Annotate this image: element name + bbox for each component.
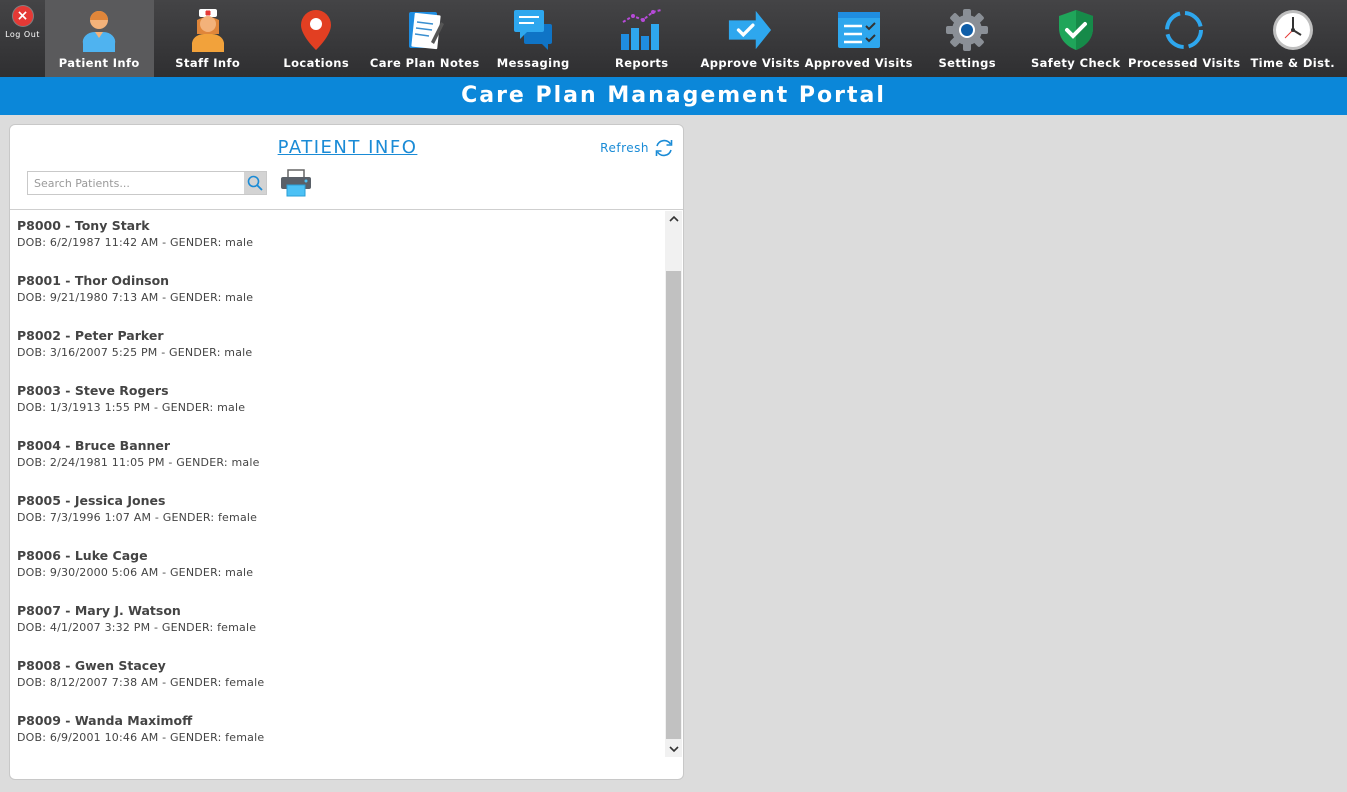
search-button[interactable] (244, 172, 266, 194)
patient-list: P8000 - Tony Stark DOB: 6/2/1987 11:42 AM… (10, 210, 665, 755)
nav-care-plan-notes[interactable]: Care Plan Notes (370, 0, 479, 77)
patient-meta: DOB: 6/9/2001 10:46 AM - GENDER: female (17, 731, 265, 744)
nav-safety-check[interactable]: Safety Check (1022, 0, 1131, 77)
nav-time-dist[interactable]: Time & Dist. (1239, 0, 1347, 77)
patient-name: P8003 - Steve Rogers (17, 383, 169, 398)
shield-check-icon (1053, 8, 1099, 52)
chevron-up-icon (668, 215, 679, 222)
refresh-circle-icon (1161, 8, 1207, 52)
patient-name: P8009 - Wanda Maximoff (17, 713, 193, 728)
patient-meta: DOB: 7/3/1996 1:07 AM - GENDER: female (17, 511, 258, 524)
chevron-down-icon (668, 746, 679, 753)
print-button[interactable] (280, 169, 312, 197)
patient-list-item[interactable]: P8004 - Bruce Banner DOB: 2/24/1981 11:05… (10, 430, 665, 485)
patient-list-item[interactable]: P8007 - Mary J. Watson DOB: 4/1/2007 3:32… (10, 595, 665, 650)
location-pin-icon (293, 8, 339, 52)
patient-meta: DOB: 9/30/2000 5:06 AM - GENDER: male (17, 566, 254, 579)
patient-meta: DOB: 9/21/1980 7:13 AM - GENDER: male (17, 291, 254, 304)
nav-messaging[interactable]: Messaging (479, 0, 588, 77)
printer-icon (281, 169, 311, 197)
patient-name: P8001 - Thor Odinson (17, 273, 170, 288)
patient-list-item[interactable]: P8006 - Luke Cage DOB: 9/30/2000 5:06 AM … (10, 540, 665, 595)
chat-bubbles-icon (510, 8, 556, 52)
nav-approve-visits[interactable]: Approve Visits (696, 0, 805, 77)
nurse-icon (185, 8, 231, 52)
patient-name: P8004 - Bruce Banner (17, 438, 171, 453)
nav-locations[interactable]: Locations (262, 0, 371, 77)
patient-info-panel: PATIENT INFO Refresh P8000 - Tony StarkD (9, 124, 684, 780)
patient-icon (76, 8, 122, 52)
patient-list-item[interactable]: P8008 - Gwen Stacey DOB: 8/12/2007 7:38 A… (10, 650, 665, 705)
portal-title-banner: Care Plan Management Portal (0, 77, 1347, 115)
checklist-icon (836, 8, 882, 52)
patient-name: P8008 - Gwen Stacey (17, 658, 166, 673)
patient-list-item[interactable]: P8009 - Wanda Maximoff DOB: 6/9/2001 10:4… (10, 705, 665, 755)
refresh-label: Refresh (600, 141, 649, 155)
scroll-down-button[interactable] (665, 741, 682, 757)
nav-settings[interactable]: Settings (913, 0, 1022, 77)
bar-chart-icon (619, 8, 665, 52)
patient-meta: DOB: 8/12/2007 7:38 AM - GENDER: female (17, 676, 265, 689)
patient-meta: DOB: 2/24/1981 11:05 PM - GENDER: male (17, 456, 260, 469)
search-icon (247, 175, 263, 191)
refresh-icon (655, 139, 673, 157)
patient-list-item[interactable]: P8002 - Peter Parker DOB: 3/16/2007 5:25 … (10, 320, 665, 375)
patient-meta: DOB: 1/3/1913 1:55 PM - GENDER: male (17, 401, 246, 414)
patient-meta: DOB: 6/2/1987 11:42 AM - GENDER: male (17, 236, 254, 249)
patient-name: P8002 - Peter Parker (17, 328, 164, 343)
patient-list-item[interactable]: P8005 - Jessica Jones DOB: 7/3/1996 1:07 … (10, 485, 665, 540)
logout-label: Log Out (5, 30, 40, 39)
nav-staff-info[interactable]: Staff Info (154, 0, 263, 77)
gear-icon (944, 8, 990, 52)
nav-reports[interactable]: Reports (588, 0, 697, 77)
patient-list-scrollbar[interactable] (665, 211, 682, 757)
clock-icon (1270, 8, 1316, 52)
patient-list-item[interactable]: P8000 - Tony Stark DOB: 6/2/1987 11:42 AM… (10, 210, 665, 265)
arrow-check-icon (727, 8, 773, 52)
main-nav: Patient Info Staff Info Locations Care P… (45, 0, 1347, 77)
scroll-thumb[interactable] (666, 271, 681, 739)
patient-name: P8005 - Jessica Jones (17, 493, 166, 508)
patient-list-item[interactable]: P8001 - Thor Odinson DOB: 9/21/1980 7:13 … (10, 265, 665, 320)
search-input[interactable] (28, 172, 244, 194)
nav-patient-info[interactable]: Patient Info (45, 0, 154, 77)
patient-name: P8000 - Tony Stark (17, 218, 150, 233)
patient-meta: DOB: 4/1/2007 3:32 PM - GENDER: female (17, 621, 257, 634)
search-box (27, 171, 267, 195)
patient-name: P8006 - Luke Cage (17, 548, 148, 563)
panel-title: PATIENT INFO (277, 137, 418, 158)
top-toolbar: × Log Out Patient Info Staff Info Locati… (0, 0, 1347, 77)
close-icon: × (12, 6, 33, 26)
patient-meta: DOB: 3/16/2007 5:25 PM - GENDER: male (17, 346, 253, 359)
nav-processed-visits[interactable]: Processed Visits (1128, 0, 1240, 77)
patient-name: P8007 - Mary J. Watson (17, 603, 181, 618)
refresh-button[interactable]: Refresh (600, 137, 675, 159)
nav-approved-visits[interactable]: Approved Visits (805, 0, 914, 77)
notes-icon (402, 8, 448, 52)
patient-list-item[interactable]: P8003 - Steve Rogers DOB: 1/3/1913 1:55 P… (10, 375, 665, 430)
scroll-up-button[interactable] (665, 211, 682, 227)
logout-button[interactable]: × Log Out (0, 0, 45, 77)
